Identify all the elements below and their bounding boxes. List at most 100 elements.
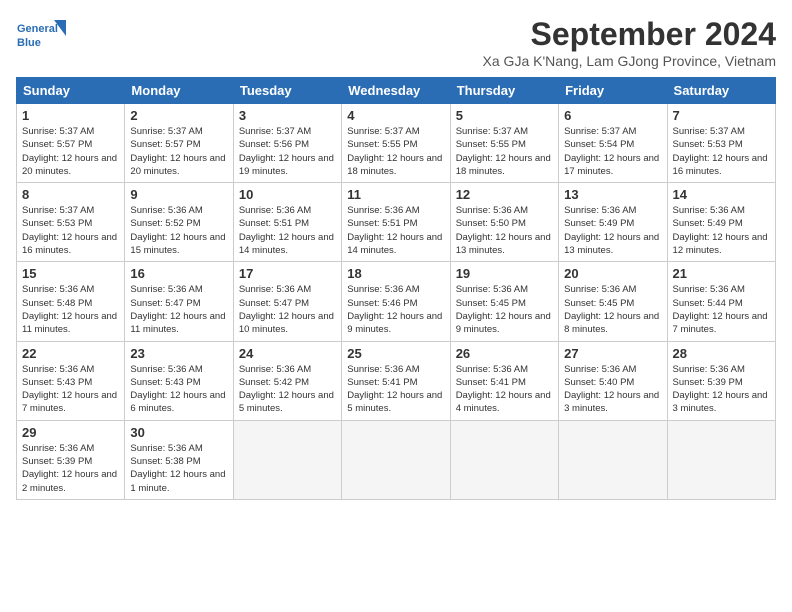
sunset-label: Sunset: 5:52 PM	[130, 218, 200, 229]
day-number: 22	[22, 346, 119, 361]
day-info: Sunrise: 5:36 AM Sunset: 5:46 PM Dayligh…	[347, 283, 444, 336]
day-info: Sunrise: 5:36 AM Sunset: 5:52 PM Dayligh…	[130, 204, 227, 257]
sunset-label: Sunset: 5:57 PM	[130, 139, 200, 150]
col-header-wednesday: Wednesday	[342, 78, 450, 104]
day-cell: 13 Sunrise: 5:36 AM Sunset: 5:49 PM Dayl…	[559, 183, 667, 262]
daylight-label: Daylight: 12 hours and 7 minutes.	[22, 390, 117, 414]
sunrise-label: Sunrise: 5:36 AM	[673, 364, 745, 375]
day-number: 28	[673, 346, 770, 361]
day-number: 9	[130, 187, 227, 202]
col-header-saturday: Saturday	[667, 78, 775, 104]
day-info: Sunrise: 5:37 AM Sunset: 5:54 PM Dayligh…	[564, 125, 661, 178]
day-info: Sunrise: 5:36 AM Sunset: 5:38 PM Dayligh…	[130, 442, 227, 495]
sunset-label: Sunset: 5:51 PM	[347, 218, 417, 229]
sunrise-label: Sunrise: 5:37 AM	[22, 205, 94, 216]
day-info: Sunrise: 5:37 AM Sunset: 5:53 PM Dayligh…	[673, 125, 770, 178]
day-cell	[559, 420, 667, 499]
sunrise-label: Sunrise: 5:36 AM	[130, 205, 202, 216]
daylight-label: Daylight: 12 hours and 7 minutes.	[673, 311, 768, 335]
day-number: 5	[456, 108, 553, 123]
sunset-label: Sunset: 5:50 PM	[456, 218, 526, 229]
day-number: 18	[347, 266, 444, 281]
logo: General Blue	[16, 16, 68, 56]
sunset-label: Sunset: 5:56 PM	[239, 139, 309, 150]
day-info: Sunrise: 5:36 AM Sunset: 5:41 PM Dayligh…	[347, 363, 444, 416]
day-number: 7	[673, 108, 770, 123]
day-cell: 30 Sunrise: 5:36 AM Sunset: 5:38 PM Dayl…	[125, 420, 233, 499]
sunset-label: Sunset: 5:57 PM	[22, 139, 92, 150]
sunrise-label: Sunrise: 5:37 AM	[347, 126, 419, 137]
daylight-label: Daylight: 12 hours and 9 minutes.	[456, 311, 551, 335]
day-cell	[667, 420, 775, 499]
sunset-label: Sunset: 5:49 PM	[673, 218, 743, 229]
day-number: 15	[22, 266, 119, 281]
col-header-friday: Friday	[559, 78, 667, 104]
col-header-sunday: Sunday	[17, 78, 125, 104]
day-cell: 17 Sunrise: 5:36 AM Sunset: 5:47 PM Dayl…	[233, 262, 341, 341]
daylight-label: Daylight: 12 hours and 3 minutes.	[673, 390, 768, 414]
day-info: Sunrise: 5:36 AM Sunset: 5:44 PM Dayligh…	[673, 283, 770, 336]
day-info: Sunrise: 5:37 AM Sunset: 5:53 PM Dayligh…	[22, 204, 119, 257]
daylight-label: Daylight: 12 hours and 15 minutes.	[130, 232, 225, 256]
subtitle: Xa GJa K'Nang, Lam GJong Province, Vietn…	[483, 53, 776, 69]
day-number: 4	[347, 108, 444, 123]
day-number: 19	[456, 266, 553, 281]
day-cell: 20 Sunrise: 5:36 AM Sunset: 5:45 PM Dayl…	[559, 262, 667, 341]
day-number: 29	[22, 425, 119, 440]
day-info: Sunrise: 5:36 AM Sunset: 5:41 PM Dayligh…	[456, 363, 553, 416]
sunset-label: Sunset: 5:47 PM	[239, 298, 309, 309]
day-cell: 22 Sunrise: 5:36 AM Sunset: 5:43 PM Dayl…	[17, 341, 125, 420]
day-cell: 16 Sunrise: 5:36 AM Sunset: 5:47 PM Dayl…	[125, 262, 233, 341]
day-number: 23	[130, 346, 227, 361]
day-number: 21	[673, 266, 770, 281]
sunrise-label: Sunrise: 5:37 AM	[130, 126, 202, 137]
daylight-label: Daylight: 12 hours and 18 minutes.	[456, 153, 551, 177]
day-cell: 27 Sunrise: 5:36 AM Sunset: 5:40 PM Dayl…	[559, 341, 667, 420]
daylight-label: Daylight: 12 hours and 13 minutes.	[564, 232, 659, 256]
sunrise-label: Sunrise: 5:36 AM	[673, 284, 745, 295]
day-number: 13	[564, 187, 661, 202]
day-number: 6	[564, 108, 661, 123]
day-info: Sunrise: 5:36 AM Sunset: 5:49 PM Dayligh…	[673, 204, 770, 257]
sunrise-label: Sunrise: 5:36 AM	[130, 443, 202, 454]
day-info: Sunrise: 5:36 AM Sunset: 5:51 PM Dayligh…	[347, 204, 444, 257]
day-number: 26	[456, 346, 553, 361]
day-cell: 10 Sunrise: 5:36 AM Sunset: 5:51 PM Dayl…	[233, 183, 341, 262]
daylight-label: Daylight: 12 hours and 2 minutes.	[22, 469, 117, 493]
day-info: Sunrise: 5:36 AM Sunset: 5:39 PM Dayligh…	[673, 363, 770, 416]
sunrise-label: Sunrise: 5:36 AM	[564, 284, 636, 295]
sunrise-label: Sunrise: 5:36 AM	[239, 364, 311, 375]
day-number: 14	[673, 187, 770, 202]
day-info: Sunrise: 5:37 AM Sunset: 5:55 PM Dayligh…	[347, 125, 444, 178]
day-cell: 23 Sunrise: 5:36 AM Sunset: 5:43 PM Dayl…	[125, 341, 233, 420]
sunset-label: Sunset: 5:49 PM	[564, 218, 634, 229]
daylight-label: Daylight: 12 hours and 4 minutes.	[456, 390, 551, 414]
sunset-label: Sunset: 5:47 PM	[130, 298, 200, 309]
sunset-label: Sunset: 5:45 PM	[564, 298, 634, 309]
day-cell: 11 Sunrise: 5:36 AM Sunset: 5:51 PM Dayl…	[342, 183, 450, 262]
sunset-label: Sunset: 5:48 PM	[22, 298, 92, 309]
sunset-label: Sunset: 5:55 PM	[347, 139, 417, 150]
day-cell	[233, 420, 341, 499]
sunrise-label: Sunrise: 5:36 AM	[456, 364, 528, 375]
day-number: 2	[130, 108, 227, 123]
sunset-label: Sunset: 5:54 PM	[564, 139, 634, 150]
col-header-monday: Monday	[125, 78, 233, 104]
day-info: Sunrise: 5:36 AM Sunset: 5:47 PM Dayligh…	[130, 283, 227, 336]
day-info: Sunrise: 5:36 AM Sunset: 5:42 PM Dayligh…	[239, 363, 336, 416]
day-cell: 7 Sunrise: 5:37 AM Sunset: 5:53 PM Dayli…	[667, 104, 775, 183]
daylight-label: Daylight: 12 hours and 16 minutes.	[22, 232, 117, 256]
sunrise-label: Sunrise: 5:36 AM	[456, 284, 528, 295]
sunrise-label: Sunrise: 5:37 AM	[239, 126, 311, 137]
day-cell: 12 Sunrise: 5:36 AM Sunset: 5:50 PM Dayl…	[450, 183, 558, 262]
day-cell: 28 Sunrise: 5:36 AM Sunset: 5:39 PM Dayl…	[667, 341, 775, 420]
day-info: Sunrise: 5:36 AM Sunset: 5:43 PM Dayligh…	[130, 363, 227, 416]
week-row-2: 8 Sunrise: 5:37 AM Sunset: 5:53 PM Dayli…	[17, 183, 776, 262]
sunset-label: Sunset: 5:41 PM	[347, 377, 417, 388]
logo-icon: General Blue	[16, 16, 68, 56]
daylight-label: Daylight: 12 hours and 18 minutes.	[347, 153, 442, 177]
week-row-3: 15 Sunrise: 5:36 AM Sunset: 5:48 PM Dayl…	[17, 262, 776, 341]
day-cell: 26 Sunrise: 5:36 AM Sunset: 5:41 PM Dayl…	[450, 341, 558, 420]
sunset-label: Sunset: 5:44 PM	[673, 298, 743, 309]
day-cell: 9 Sunrise: 5:36 AM Sunset: 5:52 PM Dayli…	[125, 183, 233, 262]
